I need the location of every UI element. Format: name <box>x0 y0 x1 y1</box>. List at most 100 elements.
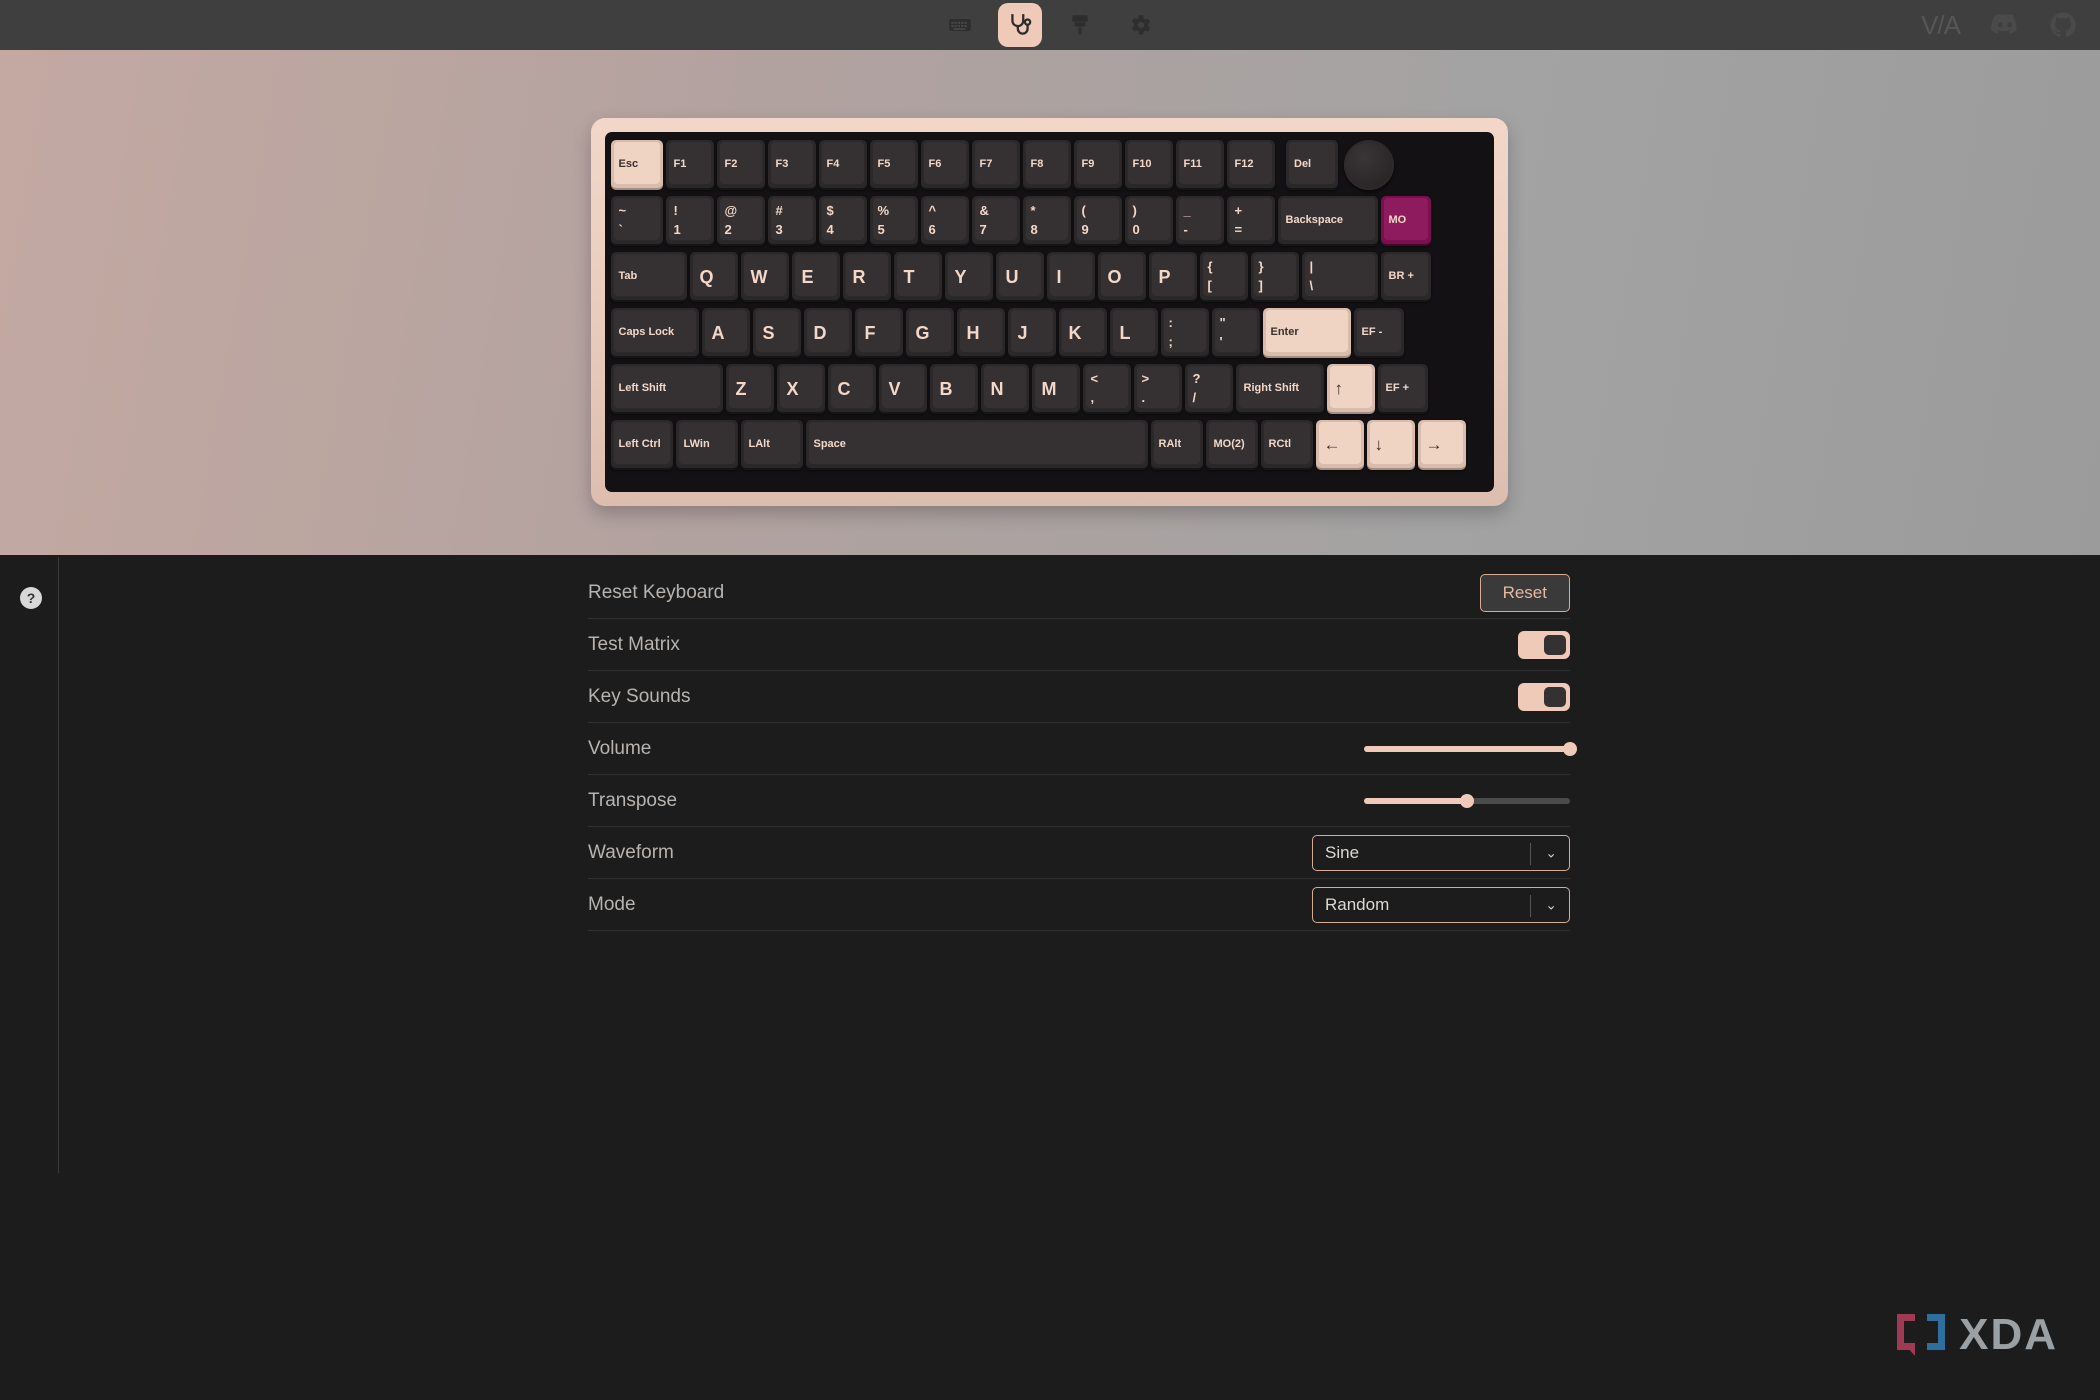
key-f8[interactable]: F8 <box>1022 140 1071 190</box>
key-[interactable]: ? / <box>1184 364 1233 414</box>
key-a[interactable]: A <box>701 308 750 358</box>
key-left-ctrl[interactable]: Left Ctrl <box>610 420 673 470</box>
transpose-slider[interactable] <box>1364 793 1570 809</box>
keyboard-icon[interactable] <box>938 3 982 47</box>
key-space[interactable]: Space <box>805 420 1148 470</box>
key-f2[interactable]: F2 <box>716 140 765 190</box>
slider-thumb[interactable] <box>1460 793 1474 808</box>
key-e[interactable]: E <box>791 252 840 302</box>
key-ef[interactable]: EF + <box>1377 364 1428 414</box>
key-h[interactable]: H <box>956 308 1005 358</box>
key-[interactable]: & 7 <box>971 196 1020 246</box>
key-sounds-toggle[interactable] <box>1518 682 1570 711</box>
key-del[interactable]: Del <box>1286 140 1338 190</box>
key-[interactable]: #3 <box>767 196 816 246</box>
key-[interactable]: % 5 <box>869 196 918 246</box>
discord-icon[interactable] <box>1990 13 2020 37</box>
paintbrush-icon[interactable] <box>1058 3 1102 47</box>
key-[interactable]: + = <box>1226 196 1275 246</box>
key-i[interactable]: I <box>1046 252 1095 302</box>
key-f4[interactable]: F4 <box>818 140 867 190</box>
key-[interactable]: * 8 <box>1022 196 1071 246</box>
key-b[interactable]: B <box>929 364 978 414</box>
github-icon[interactable] <box>2050 12 2076 38</box>
key-[interactable]: _ - <box>1175 196 1224 246</box>
key-br[interactable]: BR + <box>1380 252 1431 302</box>
key-d[interactable]: D <box>803 308 852 358</box>
key-[interactable]: {[ <box>1199 252 1248 302</box>
test-matrix-toggle[interactable] <box>1518 630 1570 659</box>
key-[interactable]: ↓ <box>1366 420 1415 470</box>
key-t[interactable]: T <box>893 252 942 302</box>
key-mo[interactable]: MO <box>1380 196 1431 246</box>
key-[interactable]: → <box>1417 420 1466 470</box>
key-[interactable]: ^ 6 <box>920 196 969 246</box>
key-[interactable]: <, <box>1082 364 1131 414</box>
key-[interactable]: (9 <box>1073 196 1122 246</box>
key-[interactable]: ~ ` <box>610 196 663 246</box>
key-z[interactable]: Z <box>725 364 774 414</box>
key-[interactable]: @2 <box>716 196 765 246</box>
key-y[interactable]: Y <box>944 252 993 302</box>
key-f12[interactable]: F12 <box>1226 140 1275 190</box>
rotary-encoder-knob[interactable] <box>1343 140 1394 190</box>
chevron-down-icon[interactable]: ⌄ <box>1545 844 1557 861</box>
key-s[interactable]: S <box>752 308 801 358</box>
key-[interactable]: }] <box>1250 252 1299 302</box>
key-caps-lock[interactable]: Caps Lock <box>610 308 699 358</box>
reset-button[interactable]: Reset <box>1479 573 1570 612</box>
key-f1[interactable]: F1 <box>665 140 714 190</box>
key-lwin[interactable]: LWin <box>675 420 738 470</box>
key-[interactable]: " ' <box>1211 308 1260 358</box>
key-f3[interactable]: F3 <box>767 140 816 190</box>
key-esc[interactable]: Esc <box>610 140 663 190</box>
key-f5[interactable]: F5 <box>869 140 918 190</box>
key-rctl[interactable]: RCtl <box>1260 420 1313 470</box>
key-lalt[interactable]: LAlt <box>740 420 803 470</box>
key-x[interactable]: X <box>776 364 825 414</box>
key-f9[interactable]: F9 <box>1073 140 1122 190</box>
key-l[interactable]: L <box>1109 308 1158 358</box>
stethoscope-icon[interactable] <box>998 3 1042 47</box>
key-[interactable]: ↑ <box>1326 364 1375 414</box>
mode-select[interactable]: Random ⌄ <box>1312 886 1570 923</box>
key-[interactable]: | \ <box>1301 252 1378 302</box>
key-c[interactable]: C <box>827 364 876 414</box>
key-f10[interactable]: F10 <box>1124 140 1173 190</box>
key-n[interactable]: N <box>980 364 1029 414</box>
gear-icon[interactable] <box>1118 3 1162 47</box>
key-j[interactable]: J <box>1007 308 1056 358</box>
key-[interactable]: $4 <box>818 196 867 246</box>
key-q[interactable]: Q <box>689 252 738 302</box>
key-[interactable]: ! 1 <box>665 196 714 246</box>
chevron-down-icon[interactable]: ⌄ <box>1545 896 1557 913</box>
key-left-shift[interactable]: Left Shift <box>610 364 723 414</box>
key-ralt[interactable]: RAlt <box>1150 420 1203 470</box>
volume-slider[interactable] <box>1364 741 1577 757</box>
key-[interactable]: :; <box>1160 308 1209 358</box>
waveform-select[interactable]: Sine ⌄ <box>1312 834 1570 871</box>
key-w[interactable]: W <box>740 252 789 302</box>
key-[interactable]: >. <box>1133 364 1182 414</box>
key-right-shift[interactable]: Right Shift <box>1235 364 1324 414</box>
key-v[interactable]: V <box>878 364 927 414</box>
key-mo-2[interactable]: MO(2) <box>1205 420 1258 470</box>
key-f7[interactable]: F7 <box>971 140 1020 190</box>
key-f[interactable]: F <box>854 308 903 358</box>
key-backspace[interactable]: Backspace <box>1277 196 1378 246</box>
key-[interactable]: ) 0 <box>1124 196 1173 246</box>
key-g[interactable]: G <box>905 308 954 358</box>
key-ef[interactable]: EF - <box>1353 308 1404 358</box>
key-enter[interactable]: Enter <box>1262 308 1351 358</box>
key-tab[interactable]: Tab <box>610 252 687 302</box>
key-r[interactable]: R <box>842 252 891 302</box>
key-f11[interactable]: F11 <box>1175 140 1224 190</box>
key-o[interactable]: O <box>1097 252 1146 302</box>
slider-thumb[interactable] <box>1563 741 1577 756</box>
key-f6[interactable]: F6 <box>920 140 969 190</box>
key-u[interactable]: U <box>995 252 1044 302</box>
key-[interactable]: ← <box>1315 420 1364 470</box>
key-m[interactable]: M <box>1031 364 1080 414</box>
key-p[interactable]: P <box>1148 252 1197 302</box>
help-icon[interactable]: ? <box>20 587 42 609</box>
